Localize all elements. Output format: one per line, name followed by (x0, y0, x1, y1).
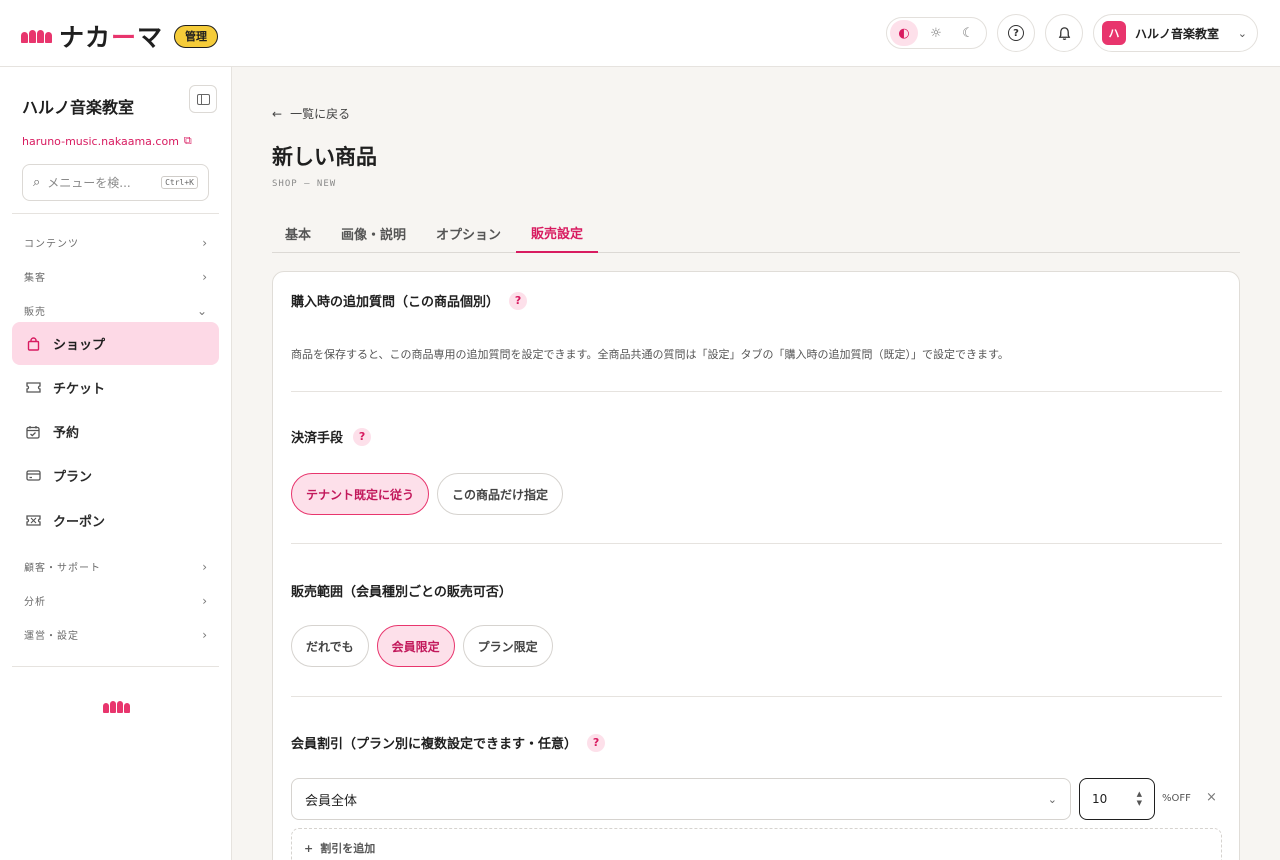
search-icon: ⌕ (33, 175, 41, 190)
sidebar-item-ticket[interactable]: チケット (12, 366, 219, 409)
theme-toggle: ◐ ☼ ☾ (886, 17, 987, 49)
back-link[interactable]: ← 一覧に戻る (272, 105, 350, 122)
chevron-right-icon: › (202, 559, 208, 574)
number-stepper-icon[interactable]: ▲ ▼ (1137, 790, 1142, 808)
sun-icon[interactable]: ☼ (922, 20, 950, 46)
sidebar-item-plan[interactable]: プラン (12, 454, 219, 497)
group-sales[interactable]: 販売 ⌄ (24, 303, 208, 319)
search-placeholder: メニューを検... (47, 176, 131, 190)
discount-percent-input[interactable]: 10 ▲ ▼ (1079, 778, 1155, 820)
help-icon[interactable]: ? (587, 733, 606, 752)
main-content: ← 一覧に戻る 新しい商品 SHOP — NEW 基本 画像・説明 オプション … (232, 67, 1280, 860)
sidebar-item-label: 予約 (53, 426, 80, 441)
contrast-icon[interactable]: ◐ (890, 20, 918, 46)
tenant-switcher[interactable]: ハ ハルノ音楽教室 ⌄ (1093, 14, 1258, 52)
section-description: 商品を保存すると、この商品専用の追加質問を設定できます。全商品共通の質問は「設定… (291, 348, 1009, 361)
tenant-avatar: ハ (1102, 21, 1126, 45)
sidebar-divider (12, 213, 219, 214)
chevron-right-icon: › (202, 593, 208, 608)
section-divider (291, 391, 1222, 392)
group-customers[interactable]: 顧客・サポート › (24, 559, 208, 575)
site-url-text: haruno-music.nakaama.com (22, 134, 179, 148)
discount-unit: %OFF (1162, 793, 1191, 804)
tab-options[interactable]: オプション (421, 214, 516, 252)
footer-logo-icon (103, 701, 130, 713)
tab-basic[interactable]: 基本 (272, 214, 326, 252)
help-button[interactable]: ? (997, 14, 1035, 52)
section-title-sales-scope: 販売範囲（会員種別ごとの販売可否） (291, 585, 512, 600)
help-icon[interactable]: ? (509, 291, 528, 310)
chevron-down-icon: ⌄ (1047, 792, 1057, 806)
plus-icon: + (304, 841, 314, 855)
sidebar-item-shop[interactable]: ショップ (12, 322, 219, 365)
top-header: ナカーマ 管理 ◐ ☼ ☾ ? ハ ハルノ音楽教室 ⌄ (0, 0, 1280, 67)
add-discount-button[interactable]: + 割引を追加 (291, 828, 1222, 860)
scope-option-plan[interactable]: プラン限定 (462, 625, 553, 667)
logo-people-icon (21, 29, 52, 43)
section-title-extra-questions: 購入時の追加質問（この商品個別） ? (291, 291, 528, 310)
arrow-left-icon: ← (272, 106, 283, 121)
external-link-icon: ⧉ (183, 134, 192, 147)
discount-target-value: 会員全体 (305, 793, 358, 809)
sidebar-toggle-icon (196, 93, 210, 105)
section-title-member-discount: 会員割引（プラン別に複数設定できます・任意） ? (291, 733, 606, 752)
tab-image-description[interactable]: 画像・説明 (326, 214, 421, 252)
admin-badge: 管理 (174, 24, 219, 48)
payment-options: テナント既定に従う この商品だけ指定 (291, 473, 564, 515)
page-subtitle: SHOP — NEW (272, 179, 337, 189)
menu-search[interactable]: ⌕ メニューを検... Ctrl+K (22, 164, 209, 201)
sidebar-item-label: チケット (53, 382, 106, 397)
help-icon[interactable]: ? (353, 427, 372, 446)
chevron-right-icon: › (202, 627, 208, 642)
section-title-payment: 決済手段 ? (291, 427, 372, 446)
sidebar-divider (12, 666, 219, 667)
sidebar-toggle-button[interactable] (189, 85, 217, 113)
logo-text: ナカーマ (59, 23, 164, 52)
card-icon (25, 468, 41, 484)
chevron-right-icon: › (202, 269, 208, 284)
sidebar-item-label: ショップ (53, 338, 106, 353)
group-operations[interactable]: 運営・設定 › (24, 627, 208, 643)
scope-option-anyone[interactable]: だれでも (291, 625, 369, 667)
site-url-link[interactable]: haruno-music.nakaama.com ⧉ (22, 134, 192, 148)
settings-card: 購入時の追加質問（この商品個別） ? 商品を保存すると、この商品専用の追加質問を… (272, 271, 1240, 860)
chevron-down-icon: ⌄ (196, 303, 208, 318)
discount-percent-value: 10 (1092, 792, 1108, 806)
tab-bar: 基本 画像・説明 オプション 販売設定 (272, 214, 1240, 253)
ticket-icon (25, 380, 41, 396)
group-marketing[interactable]: 集客 › (24, 269, 208, 285)
payment-option-tenant-default[interactable]: テナント既定に従う (291, 473, 430, 515)
chevron-down-icon: ⌄ (1237, 26, 1247, 40)
bell-icon (1058, 26, 1070, 40)
scope-option-members[interactable]: 会員限定 (376, 625, 455, 667)
group-content[interactable]: コンテンツ › (24, 235, 208, 251)
shopping-bag-icon (25, 336, 41, 352)
add-discount-label: 割引を追加 (320, 842, 376, 855)
coupon-icon (25, 513, 41, 529)
page-title: 新しい商品 (272, 145, 377, 169)
help-icon: ? (1008, 25, 1024, 41)
app-logo[interactable]: ナカーマ 管理 (21, 18, 219, 54)
sidebar-item-label: プラン (53, 470, 93, 485)
moon-icon[interactable]: ☾ (954, 20, 982, 46)
sales-scope-options: だれでも 会員限定 プラン限定 (291, 625, 553, 667)
sidebar-item-reservation[interactable]: 予約 (12, 410, 219, 453)
search-shortcut: Ctrl+K (161, 176, 198, 189)
tab-sales-settings[interactable]: 販売設定 (516, 214, 599, 253)
section-divider (291, 543, 1222, 544)
sidebar-title: ハルノ音楽教室 (22, 98, 135, 117)
sidebar-item-coupon[interactable]: クーポン (12, 499, 219, 542)
calendar-icon (25, 424, 41, 440)
group-analytics[interactable]: 分析 › (24, 593, 208, 609)
notification-button[interactable] (1045, 14, 1083, 52)
payment-option-product-specific[interactable]: この商品だけ指定 (437, 473, 564, 515)
sidebar-item-label: クーポン (53, 515, 106, 530)
discount-target-select[interactable]: 会員全体 ⌄ (291, 778, 1071, 820)
sidebar: ハルノ音楽教室 haruno-music.nakaama.com ⧉ ⌕ メニュ… (0, 67, 232, 860)
chevron-right-icon: › (202, 235, 208, 250)
remove-discount-button[interactable]: × (1206, 790, 1217, 805)
tenant-name: ハルノ音楽教室 (1135, 26, 1220, 41)
back-label: 一覧に戻る (290, 107, 351, 121)
section-divider (291, 696, 1222, 697)
